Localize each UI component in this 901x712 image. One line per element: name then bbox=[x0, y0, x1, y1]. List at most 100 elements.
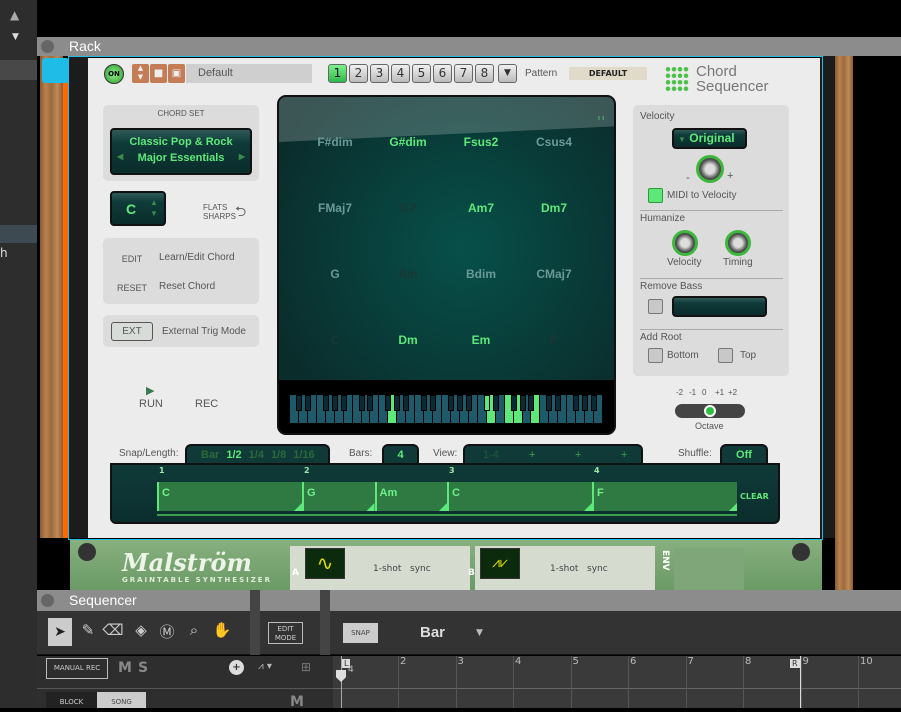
humanize-velocity-knob[interactable] bbox=[672, 230, 698, 256]
piano-black-key[interactable] bbox=[510, 395, 517, 411]
edit-button[interactable]: EDIT bbox=[114, 254, 150, 264]
select-tool-button[interactable]: ➤ bbox=[48, 618, 72, 646]
chord-pad[interactable]: G bbox=[300, 267, 370, 281]
chord-pad[interactable]: CMaj7 bbox=[519, 267, 589, 281]
piano-black-key[interactable] bbox=[421, 395, 428, 411]
grid-icon[interactable]: ⊞ bbox=[301, 660, 311, 674]
automation-icon[interactable]: ⩘ ▾ bbox=[258, 661, 272, 672]
rack-collapse-button[interactable] bbox=[41, 40, 54, 53]
save-icon[interactable]: ▣ bbox=[168, 64, 185, 83]
eraser-tool-icon[interactable]: ⌫ bbox=[102, 621, 124, 639]
clear-button[interactable]: CLEAR bbox=[740, 492, 769, 501]
piano-black-key[interactable] bbox=[465, 395, 472, 411]
patch-browse-button[interactable]: ▲ ▼ bbox=[132, 64, 149, 83]
snap-option[interactable]: 1/8 bbox=[271, 449, 286, 461]
hand-tool-icon[interactable]: ✋ bbox=[211, 621, 233, 639]
pattern-button-5[interactable]: 5 bbox=[412, 64, 431, 83]
chord-pad[interactable]: Am7 bbox=[446, 201, 516, 215]
chord-pad[interactable]: Csus4 bbox=[519, 135, 589, 149]
key-stepper-icon[interactable]: ▲ ▼ bbox=[150, 197, 158, 219]
resize-handle[interactable] bbox=[584, 503, 592, 511]
view-option[interactable]: + bbox=[529, 446, 535, 464]
snap-option[interactable]: 1/2 bbox=[226, 449, 241, 461]
piano-black-key[interactable] bbox=[304, 395, 311, 411]
arrow-up-icon[interactable]: ▲ bbox=[10, 8, 19, 22]
razor-tool-icon[interactable]: ◈ bbox=[130, 621, 152, 639]
chord-set-display[interactable]: Classic Pop & Rock ◀ Major Essentials ▶ bbox=[110, 128, 252, 175]
humanize-timing-knob[interactable] bbox=[725, 230, 751, 256]
add-root-bottom-checkbox[interactable] bbox=[648, 348, 663, 363]
chord-pad[interactable]: Dm7 bbox=[519, 201, 589, 215]
ext-button[interactable]: EXT bbox=[111, 322, 153, 341]
patch-name-field[interactable]: Default bbox=[186, 64, 312, 83]
snap-option[interactable]: 1/4 bbox=[249, 449, 264, 461]
piano-black-key[interactable] bbox=[358, 395, 365, 411]
flats-sharps-toggle[interactable]: FLATS SHARPS bbox=[203, 203, 236, 221]
piano-black-key[interactable] bbox=[331, 395, 338, 411]
resize-handle[interactable] bbox=[439, 503, 447, 511]
piano-black-key[interactable] bbox=[367, 395, 374, 411]
device-fold-tab[interactable] bbox=[42, 58, 69, 83]
view-option[interactable]: + bbox=[575, 446, 581, 464]
chord-event[interactable]: C bbox=[157, 482, 302, 511]
pattern-button-7[interactable]: 7 bbox=[454, 64, 473, 83]
chord-pad[interactable]: G7 bbox=[373, 201, 443, 215]
piano-black-key[interactable] bbox=[456, 395, 463, 411]
pattern-button-6[interactable]: 6 bbox=[433, 64, 452, 83]
snap-length-selector[interactable]: Bar 1/2 1/4 1/8 1/16 bbox=[185, 444, 330, 464]
next-set-icon[interactable]: ▶ bbox=[239, 152, 245, 161]
octave-slider-handle[interactable] bbox=[704, 405, 716, 417]
sidebar-item-selected[interactable] bbox=[0, 60, 37, 80]
piano-black-key[interactable] bbox=[430, 395, 437, 411]
rec-button[interactable]: REC bbox=[195, 398, 218, 410]
chord-pad[interactable]: Em bbox=[446, 333, 516, 347]
piano-black-key[interactable] bbox=[582, 395, 589, 411]
piano-black-key[interactable] bbox=[295, 395, 302, 411]
chord-event[interactable]: F bbox=[592, 482, 737, 511]
chord-pad[interactable]: Fsus2 bbox=[446, 135, 516, 149]
piano-black-key[interactable] bbox=[573, 395, 580, 411]
swap-icon[interactable]: ⮌ bbox=[235, 201, 246, 225]
dropdown-arrow-icon[interactable]: ▼ bbox=[476, 628, 483, 638]
piano-black-key[interactable] bbox=[492, 395, 499, 411]
play-icon[interactable]: ▶ bbox=[146, 384, 154, 397]
piano-black-key[interactable] bbox=[519, 395, 526, 411]
block-button[interactable]: BLOCK bbox=[46, 692, 97, 708]
chord-event[interactable]: Am bbox=[374, 482, 447, 511]
resize-handle[interactable] bbox=[294, 503, 302, 511]
piano-black-key[interactable] bbox=[322, 395, 329, 411]
bars-selector[interactable]: 4 bbox=[382, 444, 419, 464]
folder-icon[interactable]: ■ bbox=[150, 64, 167, 83]
view-option[interactable]: + bbox=[621, 446, 627, 464]
key-selector[interactable]: C ▲ ▼ bbox=[110, 191, 166, 226]
song-button[interactable]: SONG bbox=[97, 692, 146, 708]
velocity-mode-dropdown[interactable]: ▼ Original bbox=[672, 128, 747, 149]
snap-value-dropdown[interactable]: Bar bbox=[420, 624, 445, 641]
power-button[interactable]: ON bbox=[104, 64, 124, 84]
piano-black-key[interactable] bbox=[528, 395, 535, 411]
pattern-dropdown-button[interactable]: ▼ bbox=[498, 64, 517, 83]
pattern-button-2[interactable]: 2 bbox=[349, 64, 368, 83]
right-locator[interactable]: R bbox=[790, 659, 800, 668]
pattern-button-4[interactable]: 4 bbox=[391, 64, 410, 83]
chord-pad[interactable]: Dm bbox=[373, 333, 443, 347]
sidebar-item-highlight[interactable] bbox=[0, 225, 37, 243]
pencil-tool-icon[interactable]: ✎ bbox=[77, 621, 99, 639]
view-selector[interactable]: 1-4 + + + bbox=[463, 444, 643, 464]
previous-set-icon[interactable]: ◀ bbox=[117, 152, 123, 161]
manual-rec-button[interactable]: MANUAL REC bbox=[46, 658, 108, 679]
chord-pad[interactable]: F#dim bbox=[300, 135, 370, 149]
chord-pad[interactable]: Am bbox=[373, 267, 443, 281]
snap-option[interactable]: Bar bbox=[201, 449, 219, 461]
view-option[interactable]: 1-4 bbox=[483, 446, 499, 464]
add-track-icon[interactable]: + bbox=[229, 660, 244, 675]
snap-button[interactable]: SNAP bbox=[343, 623, 378, 643]
piano-black-key[interactable] bbox=[403, 395, 410, 411]
remove-bass-checkbox[interactable] bbox=[648, 299, 663, 314]
resize-handle[interactable] bbox=[729, 503, 737, 511]
solo-all-button[interactable]: S bbox=[138, 660, 148, 676]
piano-black-key[interactable] bbox=[546, 395, 553, 411]
mute-all-button[interactable]: M bbox=[118, 660, 132, 676]
reset-button[interactable]: RESET bbox=[114, 283, 150, 293]
piano-black-key[interactable] bbox=[591, 395, 598, 411]
